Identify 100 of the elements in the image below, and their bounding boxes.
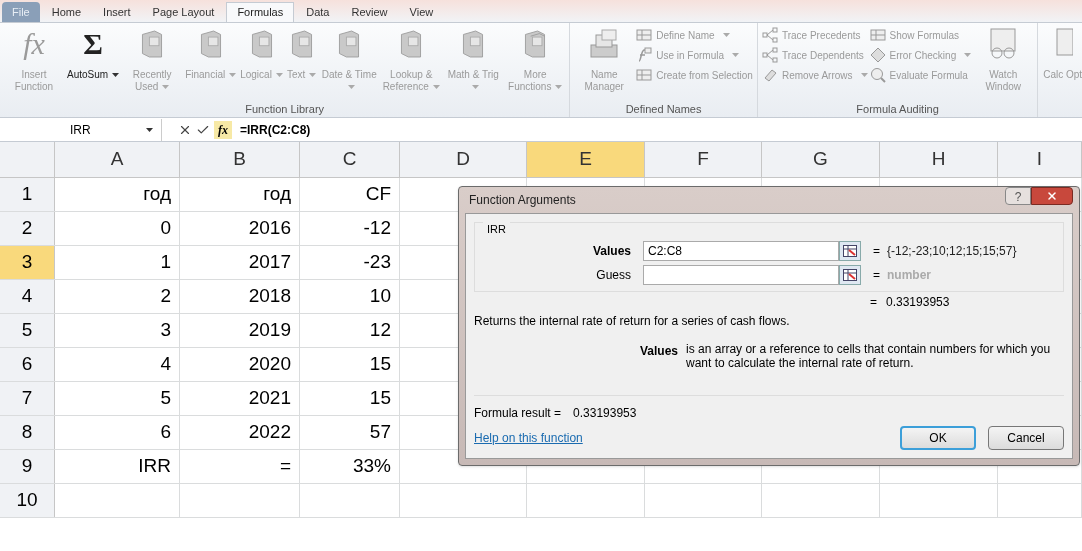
caret-icon [732, 53, 740, 57]
arrows-icon [761, 27, 778, 43]
table-icon [636, 67, 653, 83]
caret-icon [347, 85, 355, 90]
row-header[interactable]: 5 [0, 314, 55, 347]
table-cell-text: 2021 [248, 386, 291, 411]
table-cell-text: -23 [363, 250, 391, 275]
column-header[interactable]: H [880, 142, 998, 177]
caret-icon [432, 85, 440, 90]
table-cell-text: 2020 [248, 352, 291, 377]
group-label: Formula Auditing [855, 102, 940, 117]
caret-icon [162, 85, 170, 90]
column-header[interactable]: A [55, 142, 180, 177]
caret-icon [471, 85, 479, 90]
caret-icon [722, 33, 730, 37]
column-header[interactable]: B [180, 142, 300, 177]
table-cell-text: 15 [369, 386, 391, 411]
function-description: Returns the internal rate of return for a series of cash flows. [474, 313, 791, 330]
dialog-title: Function Arguments [468, 192, 577, 209]
table-cell-text: год [143, 182, 171, 207]
table-cell-text: 12 [369, 318, 391, 343]
caret-icon [229, 73, 237, 78]
table-cell-text: IRR [138, 454, 171, 479]
caret-icon [275, 73, 283, 78]
row-header[interactable]: 6 [0, 348, 55, 381]
close-button[interactable] [1031, 187, 1073, 205]
table-cell-text: 2018 [248, 284, 291, 309]
equals-sign: = [870, 294, 878, 311]
range-icon [843, 245, 857, 257]
function-icon: fx [23, 27, 45, 61]
formula-icon [636, 47, 653, 63]
caret-icon [555, 85, 563, 90]
table-cell-text: 15 [369, 352, 391, 377]
table-cell-text: 2022 [248, 420, 291, 445]
dialog-button[interactable]: OK [900, 426, 976, 450]
collapse-button[interactable] [839, 241, 861, 261]
range-icon [843, 269, 857, 281]
row-header[interactable]: 10 [0, 484, 55, 517]
table-cell-text: 2016 [248, 216, 291, 241]
table-cell-text: год [263, 182, 291, 207]
caret-icon [964, 53, 972, 57]
row-header[interactable]: 3 [0, 246, 55, 279]
table-cell-text: 4 [160, 352, 171, 377]
column-header[interactable]: C [300, 142, 400, 177]
equals-sign: = [873, 267, 881, 284]
row-header[interactable]: 8 [0, 416, 55, 449]
table-cell-text: 2 [160, 284, 171, 309]
row-header[interactable]: 4 [0, 280, 55, 313]
arrows-icon [761, 47, 778, 63]
name-box[interactable]: IRR [0, 118, 162, 141]
magnifier-icon [869, 67, 886, 83]
table-cell-text: = [279, 454, 291, 479]
ribbon-button[interactable]: Σ AutoSum [66, 23, 121, 101]
insert-function-button[interactable]: fx [214, 120, 232, 139]
argument-result: number [887, 267, 931, 284]
column-header[interactable]: E [527, 142, 645, 177]
group-label: Function Library [244, 102, 326, 117]
ribbon-tab[interactable]: Insert [93, 2, 141, 22]
table-cell-text: 2019 [248, 318, 291, 343]
argument-field[interactable] [643, 265, 839, 285]
formula-result-label: Formula result = [474, 405, 562, 422]
equals-sign: = [873, 243, 881, 260]
argument-label: Values [591, 243, 632, 260]
caret-icon [112, 73, 120, 78]
ribbon-tab[interactable]: Page Layout [142, 2, 225, 22]
table-cell-text: 2017 [248, 250, 291, 275]
close-icon [1046, 190, 1058, 202]
row-header[interactable]: 1 [0, 178, 55, 211]
argument-field[interactable]: C2:C8 [643, 241, 839, 261]
column-header[interactable]: G [762, 142, 880, 177]
row-header[interactable]: 7 [0, 382, 55, 415]
dialog-button[interactable]: Cancel [988, 426, 1064, 450]
caret-icon [309, 73, 317, 78]
sigma-icon: Σ [83, 27, 103, 61]
ribbon-tab[interactable]: Data [296, 2, 340, 22]
argument-result: {-12;-23;10;12;15;15;57} [887, 243, 1017, 260]
collapse-button[interactable] [839, 265, 861, 285]
help-button[interactable]: ? [1005, 187, 1031, 205]
table-cell-text: 5 [160, 386, 171, 411]
argument-description: is an array or a reference to cells that contain numbers for which you want to calculate the internal rate of return. [686, 342, 1052, 370]
ribbon-tab[interactable]: Review [341, 2, 398, 22]
table-cell-text: -12 [363, 216, 391, 241]
column-header[interactable]: I [998, 142, 1082, 177]
caret-icon [860, 73, 868, 77]
caret-icon [146, 127, 153, 132]
table-cell-text: 0 [160, 216, 171, 241]
formula-field[interactable]: =IRR(C2:C8) [240, 120, 311, 139]
help-link[interactable]: Help on this function [474, 429, 583, 447]
table-cell-text: 6 [160, 420, 171, 445]
table-cell-text: 1 [160, 250, 171, 275]
column-header[interactable]: F [645, 142, 762, 177]
ribbon-tab[interactable]: Formulas [226, 2, 295, 22]
row-header[interactable]: 2 [0, 212, 55, 245]
row-header[interactable]: 9 [0, 450, 55, 483]
ribbon-tab[interactable]: Home [41, 2, 92, 22]
ribbon-tab[interactable]: View [399, 2, 444, 22]
table-cell-text: 57 [369, 420, 391, 445]
table-cell-text: 10 [369, 284, 391, 309]
function-result: 0.33193953 [886, 294, 950, 311]
table-cell-text: CF [365, 182, 391, 207]
